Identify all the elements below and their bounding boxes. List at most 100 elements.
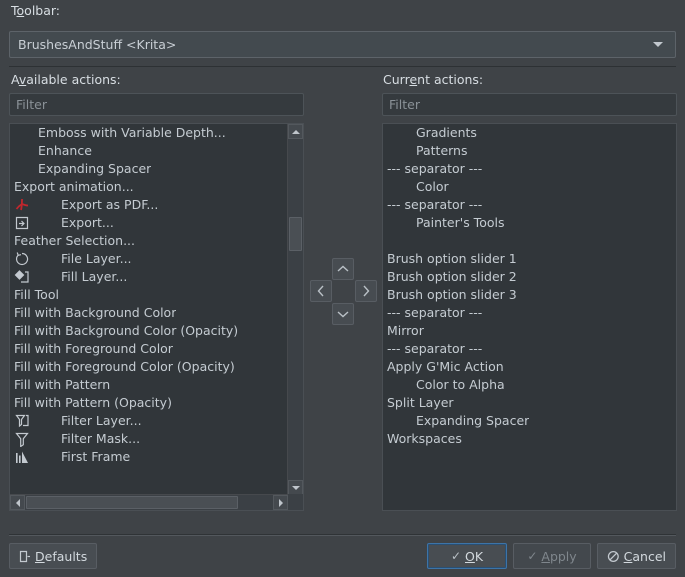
- scroll-left-button[interactable]: [10, 495, 25, 510]
- available-list-horizontal-scrollbar[interactable]: [10, 494, 303, 510]
- section-divider: [9, 66, 676, 67]
- list-item-label: Export as PDF...: [61, 197, 159, 212]
- current-actions-label: Current actions:: [383, 73, 483, 87]
- list-item[interactable]: Fill with Pattern: [10, 376, 288, 394]
- current-actions-list[interactable]: Gradients Patterns --- separator --- Color -…: [382, 123, 677, 511]
- cancel-button-label: Cancel: [623, 548, 666, 564]
- list-item[interactable]: Color: [383, 178, 676, 196]
- vertical-scrollbar-thumb[interactable]: [289, 217, 302, 251]
- list-item[interactable]: --- separator ---: [383, 160, 676, 178]
- export-icon: [14, 215, 32, 231]
- defaults-button-label: Defaults: [35, 548, 88, 564]
- scrollbar-corner: [288, 494, 303, 510]
- apply-button[interactable]: ✓ Apply: [513, 543, 591, 569]
- list-item[interactable]: Brush option slider 1: [383, 250, 676, 268]
- list-item[interactable]: Filter Layer...: [10, 412, 288, 430]
- list-item[interactable]: --- separator ---: [383, 340, 676, 358]
- toolbar-label: Toolbar:: [11, 4, 60, 18]
- current-actions-listview[interactable]: Gradients Patterns --- separator --- Color -…: [383, 124, 676, 510]
- configure-toolbars-dialog: Toolbar: BrushesAndStuff <Krita> Availab…: [0, 0, 685, 577]
- triangle-up-icon: [291, 129, 300, 134]
- scroll-right-button[interactable]: [273, 495, 288, 510]
- list-item-label: Expanding Spacer: [416, 413, 530, 428]
- pdf-icon: [14, 197, 32, 213]
- list-item[interactable]: Gradients: [383, 124, 676, 142]
- move-left-icon: [317, 285, 324, 297]
- list-item[interactable]: Export...: [10, 214, 288, 232]
- list-item[interactable]: Enhance: [10, 142, 288, 160]
- list-item-label: Apply G'Mic Action: [387, 359, 504, 374]
- filter-mask-icon: [14, 431, 32, 448]
- list-item-label: Split Layer: [387, 395, 454, 410]
- list-item-label: Fill with Pattern: [14, 377, 111, 392]
- list-item[interactable]: Patterns: [383, 142, 676, 160]
- list-item[interactable]: Apply G'Mic Action: [383, 358, 676, 376]
- list-item[interactable]: Fill with Background Color: [10, 304, 288, 322]
- add-action-button[interactable]: [355, 280, 377, 302]
- list-item[interactable]: Workspaces: [383, 430, 676, 448]
- toolbar-select[interactable]: BrushesAndStuff <Krita>: [9, 31, 676, 58]
- scroll-up-button[interactable]: [288, 124, 303, 139]
- list-item[interactable]: Expanding Spacer: [10, 160, 288, 178]
- list-item[interactable]: Emboss with Variable Depth...: [10, 124, 288, 142]
- list-item-label: Emboss with Variable Depth...: [38, 125, 226, 140]
- ok-button[interactable]: ✓ OK: [427, 543, 507, 569]
- list-item[interactable]: --- separator ---: [383, 196, 676, 214]
- move-down-button[interactable]: [332, 303, 354, 325]
- file-layer-icon: [14, 251, 32, 267]
- list-item-label: --- separator ---: [387, 341, 483, 356]
- list-item-label: --- separator ---: [387, 305, 483, 320]
- list-item[interactable]: Fill with Foreground Color (Opacity): [10, 358, 288, 376]
- move-right-icon: [363, 285, 370, 297]
- chevron-down-icon: [653, 42, 663, 47]
- list-item-label: Fill Tool: [14, 287, 59, 302]
- list-item[interactable]: Fill Layer...: [10, 268, 288, 286]
- list-item-label: --- separator ---: [387, 161, 483, 176]
- list-item-label: Fill with Background Color: [14, 305, 177, 320]
- current-filter-input[interactable]: [382, 93, 677, 116]
- list-item[interactable]: Export animation...: [10, 178, 288, 196]
- list-item[interactable]: Export as PDF...: [10, 196, 288, 214]
- toolbar-label-post: olbar:: [24, 3, 61, 18]
- list-item-label: Mirror: [387, 323, 424, 338]
- list-item[interactable]: Fill Tool: [10, 286, 288, 304]
- move-up-button[interactable]: [332, 258, 354, 280]
- list-item[interactable]: Color to Alpha: [383, 376, 676, 394]
- defaults-button[interactable]: Defaults: [9, 543, 98, 569]
- first-frame-icon: [14, 449, 32, 465]
- available-list-vertical-scrollbar[interactable]: [287, 124, 303, 495]
- list-item[interactable]: [383, 232, 676, 250]
- list-item-label: Export...: [61, 215, 114, 230]
- toolbar-select-value: BrushesAndStuff <Krita>: [18, 37, 177, 52]
- list-item[interactable]: Feather Selection...: [10, 232, 288, 250]
- list-item[interactable]: Split Layer: [383, 394, 676, 412]
- current-label-mnemonic: e: [409, 72, 418, 87]
- available-actions-listview[interactable]: Emboss with Variable Depth... Enhance Expa…: [10, 124, 288, 493]
- list-item[interactable]: Brush option slider 3: [383, 286, 676, 304]
- list-item[interactable]: Fill with Pattern (Opacity): [10, 394, 288, 412]
- list-item[interactable]: Painter's Tools: [383, 214, 676, 232]
- cancel-button[interactable]: Cancel: [597, 543, 676, 569]
- list-item-label: Fill with Pattern (Opacity): [14, 395, 172, 410]
- list-item[interactable]: Expanding Spacer: [383, 412, 676, 430]
- footer-divider: [9, 534, 676, 536]
- horizontal-scrollbar-thumb[interactable]: [26, 496, 238, 509]
- list-item[interactable]: First Frame: [10, 448, 288, 466]
- list-item[interactable]: --- separator ---: [383, 304, 676, 322]
- current-label-pre: Curr: [383, 72, 410, 87]
- list-item[interactable]: Mirror: [383, 322, 676, 340]
- remove-action-button[interactable]: [310, 280, 332, 302]
- list-item[interactable]: Filter Mask...: [10, 430, 288, 448]
- list-item-label: Patterns: [416, 143, 468, 158]
- list-item-label: --- separator ---: [387, 197, 483, 212]
- list-item[interactable]: Brush option slider 2: [383, 268, 676, 286]
- triangle-right-icon: [278, 498, 283, 507]
- available-filter-input[interactable]: [9, 93, 304, 116]
- available-actions-list[interactable]: Emboss with Variable Depth... Enhance Expa…: [9, 123, 304, 511]
- list-item[interactable]: Fill with Foreground Color: [10, 340, 288, 358]
- list-item[interactable]: Fill with Background Color (Opacity): [10, 322, 288, 340]
- scroll-down-button[interactable]: [288, 480, 303, 495]
- filter-layer-icon: [14, 413, 32, 429]
- list-item-label: First Frame: [61, 449, 131, 464]
- list-item[interactable]: File Layer...: [10, 250, 288, 268]
